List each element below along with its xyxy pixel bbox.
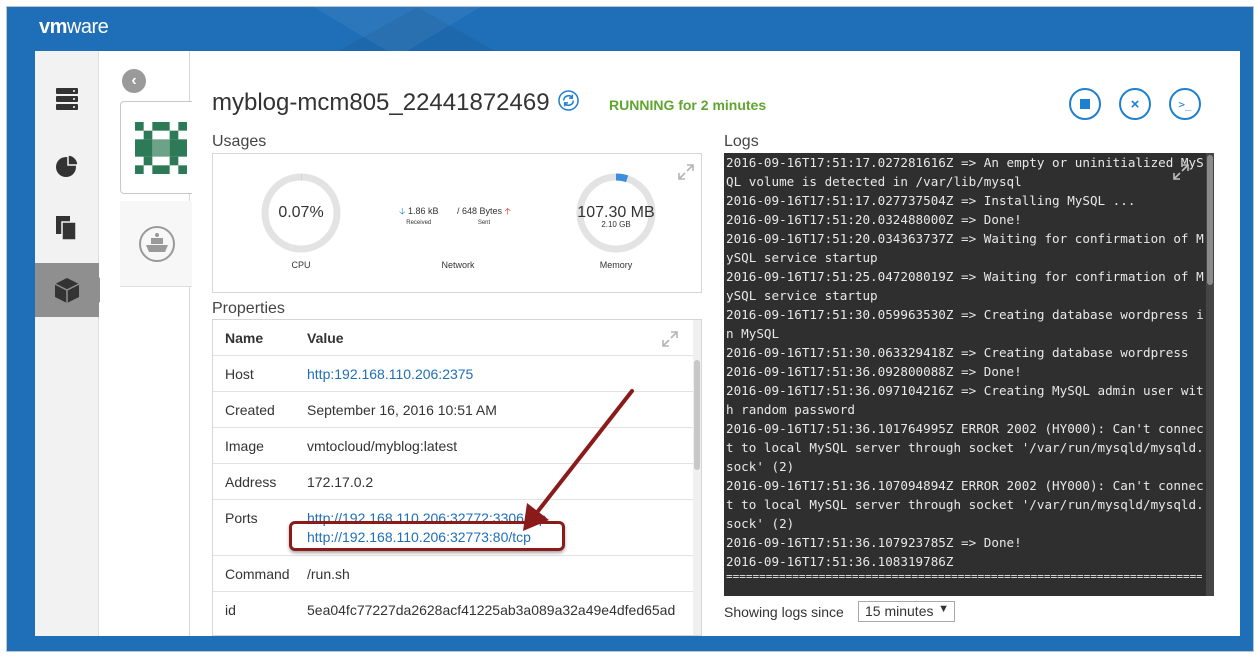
- remove-button[interactable]: ×: [1119, 88, 1151, 120]
- host-link[interactable]: http:192.168.110.206:2375: [307, 366, 473, 382]
- memory-limit: 2.10 GB: [601, 220, 631, 229]
- table-header: Name Value: [213, 320, 695, 356]
- properties-table: Name Value Host http:192.168.110.206:237…: [212, 319, 702, 636]
- cpu-value: 0.07%: [278, 204, 324, 221]
- container-thumbnail-selected[interactable]: [120, 101, 192, 194]
- chevron-left-icon: ‹: [131, 72, 137, 89]
- logs-heading: Logs: [724, 133, 759, 150]
- cpu-label: CPU: [291, 260, 311, 270]
- usages-heading: Usages: [212, 133, 267, 150]
- container-thumbnail[interactable]: [120, 201, 192, 287]
- status-badge: RUNNING for 2 minutes: [609, 97, 767, 113]
- network-received: 🡣 1.86 kB Received: [399, 206, 439, 226]
- caret-down-icon: ▼: [938, 603, 949, 615]
- log-separator: ========================================…: [726, 571, 1202, 583]
- annotation-highlight: [289, 521, 565, 551]
- properties-scrollbar[interactable]: [693, 320, 701, 635]
- main-content: ‹ myblog-mcm805_22441872469 RUNNING for …: [35, 51, 1240, 636]
- memory-label: Memory: [599, 260, 633, 270]
- expand-icon[interactable]: [661, 330, 679, 348]
- usages-panel: 0.07% CPU 🡣 1.86 kB Received / 648 Bytes…: [212, 153, 702, 293]
- container-name: myblog-mcm805_22441872469: [212, 89, 550, 116]
- left-rail: [35, 51, 109, 636]
- remove-icon: ×: [1130, 95, 1140, 113]
- console-icon: >_: [1178, 97, 1192, 111]
- container-list: ‹: [100, 51, 192, 636]
- rail-containers-button[interactable]: [35, 263, 109, 317]
- docker-ship-icon: [139, 225, 175, 262]
- logs-since-select[interactable]: 15 minutes ▼: [858, 601, 955, 622]
- package-icon: [54, 278, 80, 303]
- table-row: Host http:192.168.110.206:2375: [213, 356, 695, 392]
- column-header-value: Value: [307, 330, 344, 346]
- app-window: vmware ‹ myblog-mcm805_22441872469 RUNNI…: [6, 6, 1254, 652]
- expand-icon[interactable]: [1172, 163, 1190, 181]
- network-sent: / 648 Bytes 🡡 Sent: [457, 206, 512, 226]
- scrollbar-thumb[interactable]: [1207, 155, 1213, 285]
- pie-chart-icon: [56, 154, 79, 177]
- table-row: Command /run.sh: [213, 556, 695, 592]
- refresh-icon[interactable]: [558, 90, 579, 111]
- table-row: Image vmtocloud/myblog:latest: [213, 428, 695, 464]
- vmware-logo: vmware: [39, 16, 109, 38]
- back-button[interactable]: ‹: [122, 69, 146, 93]
- container-identicon: [135, 121, 187, 174]
- logs-scrollbar[interactable]: [1206, 153, 1214, 596]
- properties-heading: Properties: [212, 300, 285, 317]
- log-output: 2016-09-16T17:51:17.027281616Z => An emp…: [726, 155, 1204, 569]
- table-row: Created September 16, 2016 10:51 AM: [213, 392, 695, 428]
- stop-icon: [1080, 99, 1090, 109]
- scrollbar-thumb[interactable]: [694, 360, 700, 470]
- rail-dashboard-button[interactable]: [35, 139, 99, 193]
- stop-button[interactable]: [1069, 88, 1101, 120]
- expand-icon[interactable]: [677, 163, 695, 181]
- copy-icon: [56, 216, 77, 241]
- network-label: Network: [441, 260, 475, 270]
- logs-panel: 2016-09-16T17:51:17.027281616Z => An emp…: [724, 153, 1214, 596]
- arrow-down-icon: 🡣: [399, 206, 406, 216]
- arrow-up-icon: 🡡: [504, 206, 512, 216]
- table-row: Address 172.17.0.2: [213, 464, 695, 500]
- logs-since-label: Showing logs since: [724, 604, 844, 620]
- rail-templates-button[interactable]: [35, 201, 99, 255]
- rail-hosts-button[interactable]: [35, 73, 99, 127]
- console-button[interactable]: >_: [1169, 88, 1201, 120]
- column-header-name: Name: [225, 330, 264, 346]
- table-row: id 5ea04fc77227da2628acf41225ab3a089a32a…: [225, 602, 676, 618]
- server-stack-icon: [56, 88, 78, 110]
